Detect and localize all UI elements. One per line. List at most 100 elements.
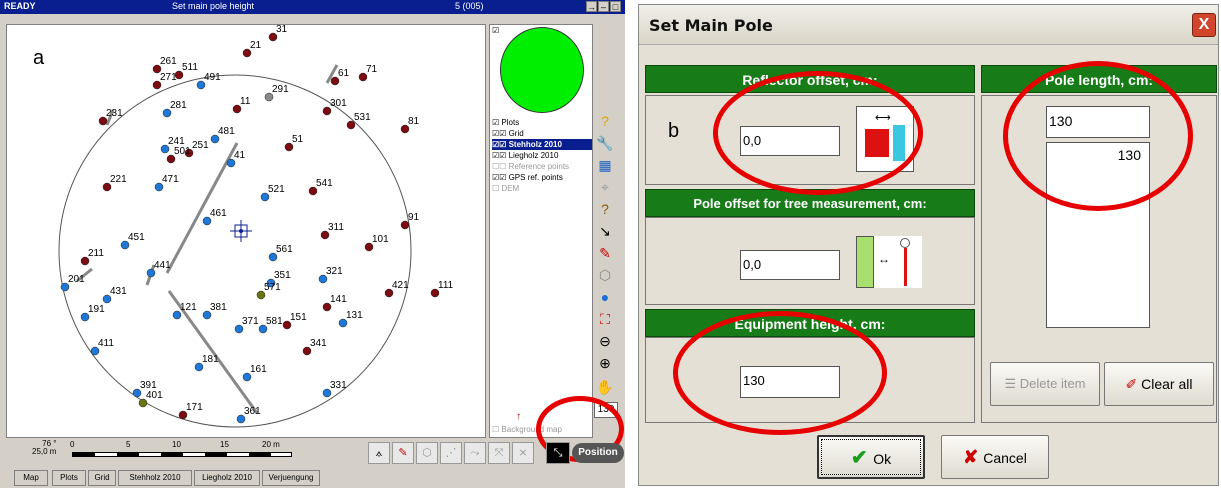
branch-icon[interactable]: ⤳ — [464, 442, 486, 464]
map-svg[interactable]: 31 21 261 511 491 271 71 61 291 301 531 81 231 281 11 4… — [7, 25, 485, 437]
highlight-ring-reflector — [713, 71, 923, 195]
tree-label-381: 381 — [210, 302, 227, 313]
draw-tool-icon[interactable]: ⟑ — [368, 442, 390, 464]
pan-hand-icon[interactable]: ✋ — [594, 376, 616, 398]
tree-label-131: 131 — [346, 310, 363, 321]
layer-gps[interactable]: ☑☑ GPS ref. points — [492, 172, 563, 183]
tree-label-291: 291 — [272, 84, 289, 95]
scale-tick-15: 15 — [220, 440, 229, 449]
tree-label-571: 571 — [264, 282, 281, 293]
scale-bar-graphic — [72, 452, 292, 457]
layer-reference-points[interactable]: ☐☐ Reference points — [492, 161, 569, 172]
tree-label-371: 371 — [242, 316, 259, 327]
tree-label-481: 481 — [218, 126, 235, 137]
marker-icon[interactable]: ✎ — [392, 442, 414, 464]
tree-label-11: 11 — [240, 96, 251, 107]
tree-label-361: 361 — [244, 406, 261, 417]
panel-label-b: b — [668, 120, 680, 142]
point-count: 5 (005) — [455, 1, 484, 11]
query-arrow-icon[interactable]: ↘ — [594, 220, 616, 242]
minimize-button[interactable]: – — [598, 1, 609, 12]
highlight-ring-pole-length — [1003, 61, 1193, 211]
scale-tick-5: 5 — [126, 440, 131, 449]
tree-label-81: 81 — [408, 116, 420, 127]
position-button[interactable]: Position — [572, 443, 624, 463]
connect-icon[interactable]: ⋰ — [440, 442, 462, 464]
tab-map[interactable]: Map — [14, 470, 48, 486]
delete-item-button[interactable]: ☰ Delete item — [990, 362, 1100, 406]
add-point-icon[interactable]: ⌖ — [594, 176, 616, 198]
tree-label-511: 511 — [182, 62, 198, 73]
tab-grid[interactable]: Grid — [88, 470, 116, 486]
scale-tick-0: 0 — [70, 440, 75, 449]
close-button[interactable]: X — [1192, 13, 1216, 37]
query-icon[interactable]: ? — [594, 198, 616, 220]
polygon-icon[interactable]: ⬡ — [594, 264, 616, 286]
tree-label-531: 531 — [354, 112, 371, 123]
tree-label-171: 171 — [186, 402, 203, 413]
tab-liegholz[interactable]: Liegholz 2010 — [194, 470, 260, 486]
tree-label-421: 421 — [392, 280, 409, 291]
window-title: Set main pole height — [172, 1, 255, 11]
tree-label-181: 181 — [202, 354, 219, 365]
tree-offset-icon: ↔ — [856, 236, 922, 288]
tree-label-151: 151 — [290, 312, 307, 323]
tree-label-121: 121 — [180, 302, 197, 313]
tab-stehholz[interactable]: Stehholz 2010 — [118, 470, 192, 486]
layer-plots[interactable]: ☑ Plots — [492, 117, 519, 128]
pole-offset-group: 0,0 ↔ — [645, 217, 975, 305]
tree-label-201: 201 — [68, 274, 85, 285]
table-icon[interactable]: ▦ — [594, 154, 616, 176]
scale-tick-20: 20 m — [262, 440, 280, 449]
tool-column: ? 🔧 ▦ ⌖ ? ↘ ✎ ⬡ ● ⛶ ⊖ ⊕ ✋ 130 — [594, 110, 618, 440]
tree-label-221: 221 — [110, 174, 127, 185]
tree-label-211: 211 — [88, 248, 104, 259]
center-marker — [230, 220, 252, 242]
tree-label-251: 251 — [192, 140, 209, 151]
layer-liegholz[interactable]: ☑☑ Liegholz 2010 — [492, 150, 558, 161]
measure-icon[interactable]: 🔧 — [594, 132, 616, 154]
map-application: READY Set main pole height 5 (005) → – □ — [0, 0, 625, 488]
preview-checkbox[interactable]: ☑ — [492, 26, 499, 35]
tree-label-491: 491 — [204, 72, 221, 83]
layer-list: ☑ Plots ☑☑ Grid ☑☑ Stehholz 2010 ☑☑ Lieg… — [490, 115, 592, 435]
maximize-button[interactable]: □ — [610, 1, 621, 12]
tree-label-71: 71 — [366, 64, 378, 75]
pen-icon[interactable]: ✎ — [594, 242, 616, 264]
zoom-extent-icon[interactable]: ⛶ — [594, 308, 616, 330]
tree-label-141: 141 — [330, 294, 347, 305]
tree-label-441: 441 — [154, 260, 171, 271]
tree-label-281: 281 — [170, 100, 187, 111]
tree-label-51: 51 — [292, 134, 304, 145]
help-icon[interactable]: ? — [594, 110, 616, 132]
tree-label-451: 451 — [128, 232, 145, 243]
tree-label-341: 341 — [310, 338, 327, 349]
tree-label-261: 261 — [160, 56, 177, 67]
compass-icon[interactable]: ⤡ — [546, 442, 570, 464]
zoom-in-icon[interactable]: ⊕ — [594, 352, 616, 374]
globe-icon[interactable]: ● — [594, 286, 616, 308]
polygon-tool-icon[interactable]: ⬡ — [416, 442, 438, 464]
map-canvas[interactable]: 31 21 261 511 491 271 71 61 291 301 531 81 231 281 11 4… — [6, 24, 486, 438]
grid-cross-icon[interactable]: ⨯ — [512, 442, 534, 464]
tree-label-331: 331 — [330, 380, 347, 391]
dialog-title-bar: Set Main Pole X — [639, 5, 1218, 45]
pole-offset-input[interactable]: 0,0 — [740, 250, 840, 280]
arrow-button[interactable]: → — [586, 1, 597, 12]
layer-grid[interactable]: ☑☑ Grid — [492, 128, 524, 139]
tree-label-61: 61 — [338, 68, 350, 79]
cross-tool-icon[interactable]: ⤧ — [488, 442, 510, 464]
cancel-button[interactable]: ✘ Cancel — [941, 435, 1049, 479]
zoom-out-icon[interactable]: ⊖ — [594, 330, 616, 352]
tab-verjuengung[interactable]: Verjuengung — [262, 470, 320, 486]
clear-all-button[interactable]: ✐ Clear all — [1104, 362, 1214, 406]
ok-button[interactable]: ✔ Ok — [817, 435, 925, 479]
tree-label-231: 231 — [106, 108, 123, 119]
tab-plots[interactable]: Plots — [52, 470, 86, 486]
tree-label-521: 521 — [268, 184, 285, 195]
layer-dem[interactable]: ☐ DEM — [492, 183, 519, 194]
layer-stehholz[interactable]: ☑☑ Stehholz 2010 — [492, 139, 592, 150]
tree-label-351: 351 — [274, 270, 291, 281]
delete-icon: ☰ — [1004, 376, 1020, 391]
eraser-icon: ✐ — [1125, 376, 1142, 392]
